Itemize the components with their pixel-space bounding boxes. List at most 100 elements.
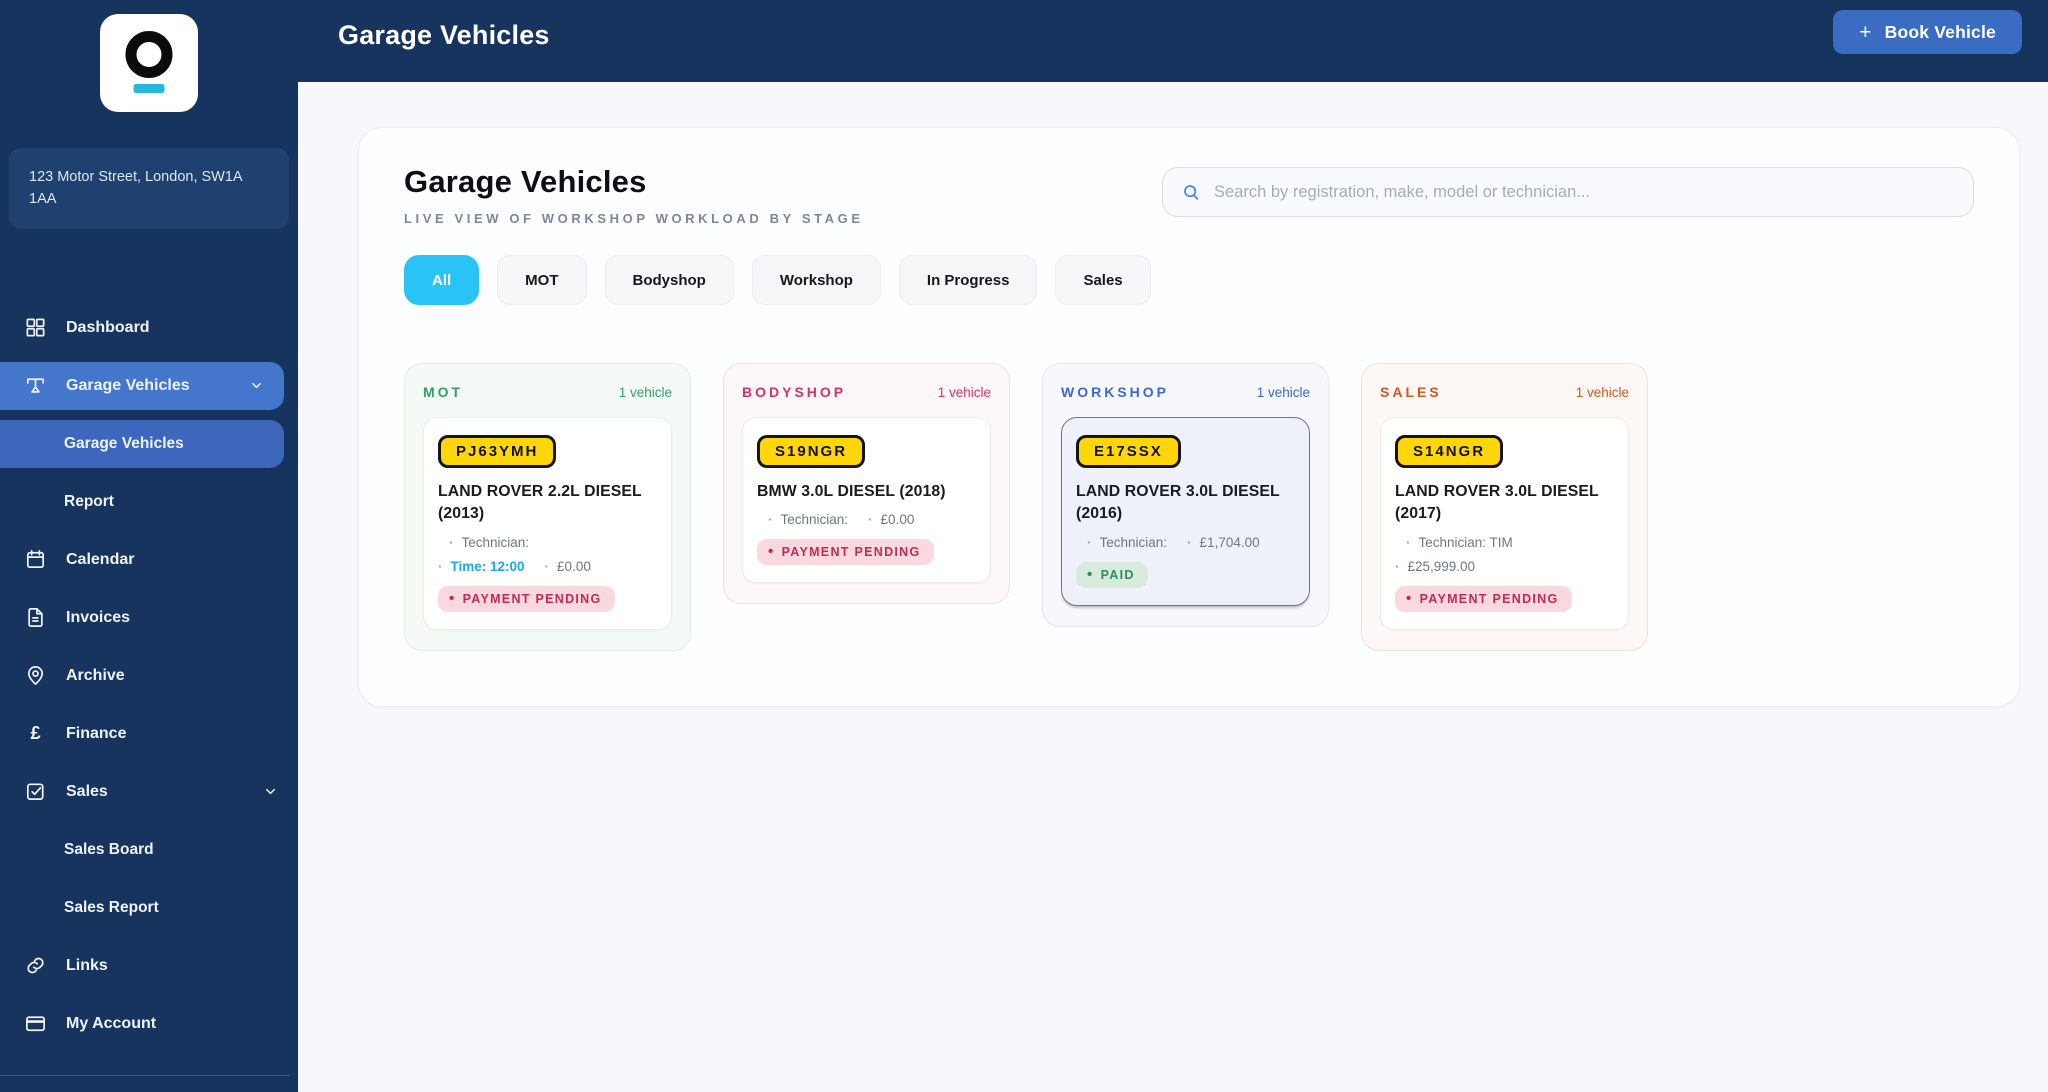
sidebar-item-label: Dashboard	[66, 318, 150, 336]
sidebar-item-label: Calendar	[66, 550, 135, 568]
sidebar-item-invoices[interactable]: Invoices	[0, 594, 298, 642]
technician-row: Technician: TIM	[1395, 535, 1614, 550]
vehicle-title: LAND ROVER 3.0L DIESEL (2017)	[1395, 483, 1599, 523]
bullet-icon	[1406, 535, 1411, 550]
column-header: SALES 1 vehicle	[1380, 384, 1629, 400]
sidebar-item-sales-board[interactable]: Sales Board	[0, 826, 298, 874]
column-mot: MOT 1 vehicle PJ63YMH LAND ROVER 2.2L DI…	[404, 363, 691, 651]
credit-card-icon	[22, 1012, 49, 1035]
sidebar: 123 Motor Street, London, SW1A 1AA Dashb…	[0, 0, 298, 1092]
vehicle-lift-icon	[22, 374, 49, 397]
main-area: Garage Vehicles + Book Vehicle Garage Ve…	[298, 0, 2048, 1092]
invoice-icon	[22, 606, 49, 629]
license-plate: S14NGR	[1395, 435, 1504, 468]
filter-mot[interactable]: MOT	[497, 255, 587, 305]
technician-label: Technician:	[1099, 534, 1168, 550]
sidebar-item-report[interactable]: Report	[0, 478, 298, 526]
page-subtitle: LIVE VIEW OF WORKSHOP WORKLOAD BY STAGE	[404, 211, 864, 226]
sidebar-item-calendar[interactable]: Calendar	[0, 536, 298, 584]
sidebar-item-finance[interactable]: £ Finance	[0, 710, 298, 758]
column-header: WORKSHOP 1 vehicle	[1061, 384, 1310, 400]
garage-address: 123 Motor Street, London, SW1A 1AA	[9, 148, 289, 229]
filter-workshop[interactable]: Workshop	[751, 255, 881, 305]
bullet-icon	[545, 559, 550, 574]
license-plate: PJ63YMH	[438, 435, 557, 468]
column-count: 1 vehicle	[937, 385, 991, 400]
technician-label: Technician:	[780, 512, 849, 528]
column-title: MOT	[423, 384, 464, 400]
license-plate: S19NGR	[757, 435, 866, 468]
sidebar-item-garage-vehicles[interactable]: Garage Vehicles	[0, 361, 284, 410]
column-count: 1 vehicle	[1256, 385, 1310, 400]
page-title: Garage Vehicles	[404, 164, 647, 199]
column-header: MOT 1 vehicle	[423, 384, 672, 400]
grid-icon	[22, 316, 49, 339]
search-input[interactable]	[1212, 181, 1954, 203]
sidebar-item-sales-report[interactable]: Sales Report	[0, 884, 298, 932]
vehicle-card[interactable]: S19NGR BMW 3.0L DIESEL (2018) Technician…	[742, 417, 991, 584]
plus-icon: +	[1859, 20, 1872, 44]
sidebar-item-label: Links	[66, 956, 108, 974]
sidebar-item-my-account[interactable]: My Account	[0, 1000, 298, 1048]
vehicle-card-selected[interactable]: E17SSX LAND ROVER 3.0L DIESEL (2016) Tec…	[1061, 417, 1310, 606]
sidebar-item-label: My Account	[66, 1014, 157, 1032]
bullet-icon	[1087, 535, 1092, 550]
bullet-icon	[438, 559, 443, 574]
sidebar-item-links[interactable]: Links	[0, 942, 298, 990]
bullet-icon	[449, 535, 454, 550]
column-title: BODYSHOP	[742, 384, 847, 400]
map-pin-icon	[22, 664, 49, 687]
technician-label: Technician: TIM	[1418, 534, 1513, 550]
workload-board: MOT 1 vehicle PJ63YMH LAND ROVER 2.2L DI…	[404, 363, 1974, 651]
filter-in-progress[interactable]: In Progress	[898, 255, 1038, 305]
search-icon	[1182, 183, 1201, 202]
status-badge: PAYMENT PENDING	[757, 539, 934, 566]
sidebar-item-label: Sales Board	[64, 840, 154, 858]
search-bar[interactable]	[1162, 167, 1974, 217]
price-value: £1,704.00	[1199, 534, 1260, 550]
time-price-row: Time: 12:00 £0.00	[438, 559, 657, 574]
sidebar-nav: Dashboard Garage Vehicles Garage Vehicle…	[0, 299, 298, 1053]
sidebar-item-label: Sales	[66, 782, 108, 800]
company-logo	[100, 14, 198, 112]
check-square-icon	[22, 780, 49, 803]
column-title: WORKSHOP	[1061, 384, 1169, 400]
filter-bodyshop[interactable]: Bodyshop	[604, 255, 734, 305]
price-row: £25,999.00	[1395, 559, 1614, 574]
top-header: Garage Vehicles + Book Vehicle	[298, 0, 2048, 82]
column-workshop: WORKSHOP 1 vehicle E17SSX LAND ROVER 3.0…	[1042, 363, 1329, 627]
vehicle-title: LAND ROVER 3.0L DIESEL (2016)	[1076, 483, 1280, 523]
price-value: £0.00	[880, 512, 915, 528]
vehicle-title: BMW 3.0L DIESEL (2018)	[757, 483, 946, 500]
chevron-down-icon	[249, 378, 264, 393]
status-badge: PAID	[1076, 561, 1148, 588]
sidebar-item-dashboard[interactable]: Dashboard	[0, 304, 298, 352]
sidebar-item-garage-vehicles-sub[interactable]: Garage Vehicles	[0, 419, 284, 468]
sidebar-item-label: Report	[64, 492, 114, 510]
panel-head-left: Garage Vehicles LIVE VIEW OF WORKSHOP WO…	[404, 164, 864, 226]
technician-price-row: Technician: £0.00	[757, 512, 976, 527]
panel-head: Garage Vehicles LIVE VIEW OF WORKSHOP WO…	[404, 164, 1974, 226]
sidebar-item-label: Sales Report	[64, 898, 159, 916]
sidebar-item-archive[interactable]: Archive	[0, 652, 298, 700]
filter-all[interactable]: All	[404, 255, 480, 305]
sidebar-item-sales[interactable]: Sales	[0, 768, 298, 816]
license-plate: E17SSX	[1076, 435, 1181, 468]
bullet-icon	[768, 512, 773, 527]
vehicle-title: LAND ROVER 2.2L DIESEL (2013)	[438, 483, 642, 523]
svg-text:£: £	[30, 723, 40, 743]
sidebar-item-label: Garage Vehicles	[66, 376, 190, 394]
column-count: 1 vehicle	[618, 385, 672, 400]
app-root: 123 Motor Street, London, SW1A 1AA Dashb…	[0, 0, 2048, 1092]
filter-sales[interactable]: Sales	[1055, 255, 1151, 305]
column-bodyshop: BODYSHOP 1 vehicle S19NGR BMW 3.0L DIESE…	[723, 363, 1010, 605]
header-title: Garage Vehicles	[338, 20, 550, 50]
vehicle-card[interactable]: S14NGR LAND ROVER 3.0L DIESEL (2017) Tec…	[1380, 417, 1629, 630]
book-vehicle-button[interactable]: + Book Vehicle	[1833, 10, 2022, 54]
technician-row: Technician:	[438, 535, 657, 550]
sidebar-item-label: Invoices	[66, 608, 131, 626]
vehicle-card[interactable]: PJ63YMH LAND ROVER 2.2L DIESEL (2013) Te…	[423, 417, 672, 630]
column-sales: SALES 1 vehicle S14NGR LAND ROVER 3.0L D…	[1361, 363, 1648, 651]
price-value: £25,999.00	[1407, 558, 1476, 574]
chevron-down-icon	[263, 784, 278, 799]
